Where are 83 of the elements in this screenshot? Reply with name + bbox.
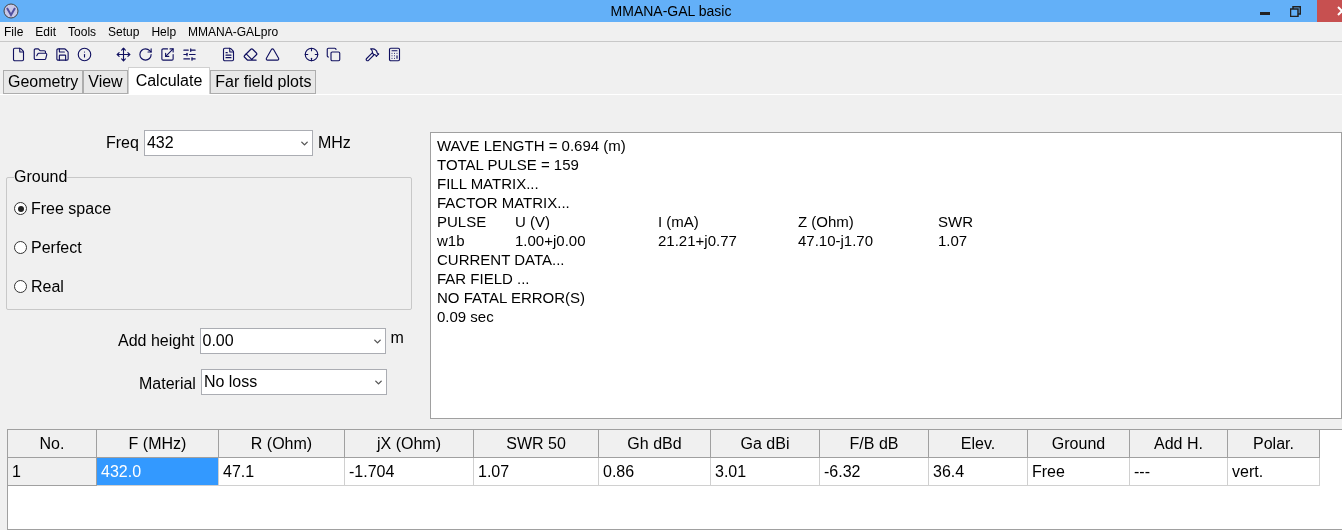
table-cell[interactable]: 36.4 bbox=[929, 458, 1028, 486]
log-line: 0.09 sec bbox=[437, 307, 494, 326]
menu-item[interactable]: Help bbox=[151, 22, 177, 41]
table-cell[interactable]: 0.86 bbox=[599, 458, 711, 486]
move-arrows-icon[interactable] bbox=[116, 47, 131, 62]
unit-label: m bbox=[390, 328, 404, 348]
column-header: Ga dBi bbox=[711, 430, 820, 458]
column-header: R (Ohm) bbox=[219, 430, 345, 458]
log-line: FAR FIELD ... bbox=[437, 269, 530, 288]
table-cell[interactable]: 1.07 bbox=[474, 458, 599, 486]
log-value: 21.21+j0.77 bbox=[658, 232, 737, 249]
column-header: Gh dBd bbox=[599, 430, 711, 458]
calculator-icon[interactable] bbox=[387, 47, 402, 62]
log-line: FACTOR MATRIX... bbox=[437, 193, 570, 212]
log-value: Z (Ohm) bbox=[798, 213, 854, 230]
scale-icon[interactable] bbox=[160, 47, 175, 62]
material-field[interactable]: No loss bbox=[200, 369, 387, 395]
log-value: U (V) bbox=[515, 213, 550, 230]
app-icon bbox=[3, 3, 19, 19]
save-icon[interactable] bbox=[55, 47, 70, 62]
menu-item[interactable]: Setup bbox=[108, 22, 140, 41]
tab[interactable]: Far field plots bbox=[210, 70, 317, 94]
column-header: Ground bbox=[1028, 430, 1130, 458]
column-header: jX (Ohm) bbox=[345, 430, 474, 458]
tab[interactable]: Calculate bbox=[127, 67, 211, 94]
copy-icon[interactable] bbox=[326, 47, 341, 62]
minimize-icon[interactable] bbox=[1260, 11, 1270, 15]
info-icon[interactable] bbox=[77, 47, 92, 62]
log-line: NO FATAL ERROR(S) bbox=[437, 288, 586, 307]
tab[interactable]: Geometry bbox=[3, 70, 84, 94]
log-value: I (mA) bbox=[658, 213, 699, 230]
close-icon bbox=[1336, 6, 1342, 16]
table-cell[interactable]: 3.01 bbox=[711, 458, 820, 486]
table-cell[interactable]: 1 bbox=[8, 458, 97, 486]
log-value: SWR bbox=[938, 213, 973, 230]
add-height-field[interactable]: 0.00 bbox=[199, 328, 386, 354]
tab[interactable]: View bbox=[83, 70, 128, 94]
log-value: w1b bbox=[437, 232, 465, 249]
crosshair-icon[interactable] bbox=[304, 47, 319, 62]
tools-icon[interactable] bbox=[365, 47, 380, 62]
log-line: FILL MATRIX... bbox=[437, 174, 539, 193]
document-icon[interactable] bbox=[221, 47, 236, 62]
freq-field[interactable]: 432 bbox=[143, 130, 313, 156]
table-cell[interactable]: Free bbox=[1028, 458, 1130, 486]
log-line: WAVE LENGTH = 0.694 (m) bbox=[437, 136, 626, 155]
table-cell[interactable]: -1.704 bbox=[345, 458, 474, 486]
table-cell[interactable]: 47.1 bbox=[219, 458, 345, 486]
column-header: F/B dB bbox=[820, 430, 929, 458]
table-cell[interactable]: vert. bbox=[1228, 458, 1320, 486]
menu-item[interactable]: MMANA-GALpro bbox=[188, 22, 279, 41]
freq-label: Freq bbox=[106, 133, 139, 153]
column-header: Add H. bbox=[1130, 430, 1228, 458]
restore-icon[interactable] bbox=[1290, 5, 1301, 17]
table-cell[interactable]: -6.32 bbox=[820, 458, 929, 486]
triangle-icon[interactable] bbox=[265, 47, 280, 62]
log-line: TOTAL PULSE = 159 bbox=[437, 155, 579, 174]
close-button[interactable] bbox=[1317, 0, 1342, 22]
log-value: PULSE bbox=[437, 213, 487, 230]
new-file-icon[interactable] bbox=[11, 47, 26, 62]
rotate-icon[interactable] bbox=[138, 47, 153, 62]
column-header: Elev. bbox=[929, 430, 1028, 458]
log-value: 1.00+j0.00 bbox=[515, 232, 586, 249]
column-header: F (MHz) bbox=[97, 430, 219, 458]
radio-option[interactable]: Real bbox=[14, 277, 64, 296]
menu-item[interactable]: Edit bbox=[35, 22, 57, 41]
window-title: MMANA-GAL basic bbox=[610, 1, 732, 21]
log-value: 1.07 bbox=[938, 232, 968, 249]
log-line: CURRENT DATA... bbox=[437, 250, 565, 269]
column-header: No. bbox=[8, 430, 97, 458]
unit-label: MHz bbox=[317, 133, 351, 153]
folder-icon[interactable] bbox=[33, 47, 48, 62]
sliders-icon[interactable] bbox=[182, 47, 197, 62]
material-label: Material bbox=[139, 374, 196, 394]
column-header: SWR 50 bbox=[474, 430, 599, 458]
menu-item[interactable]: File bbox=[4, 22, 24, 41]
add-height-label: Add height bbox=[118, 331, 195, 351]
column-header: Polar. bbox=[1228, 430, 1320, 458]
radio-option[interactable]: Perfect bbox=[14, 238, 82, 257]
log-value: 47.10-j1.70 bbox=[798, 232, 874, 249]
table-cell[interactable]: --- bbox=[1130, 458, 1228, 486]
menu-item[interactable]: Tools bbox=[68, 22, 97, 41]
eraser-icon[interactable] bbox=[243, 47, 258, 62]
radio-option[interactable]: Free space bbox=[14, 199, 112, 218]
